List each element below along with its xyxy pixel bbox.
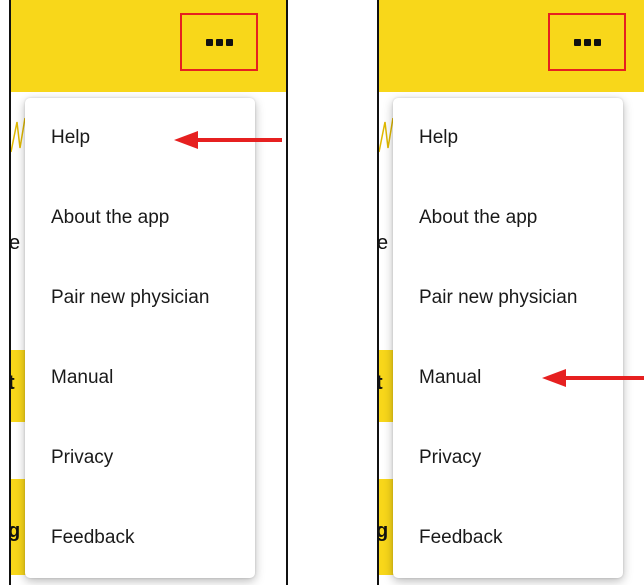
overflow-menu-button[interactable]	[180, 13, 258, 71]
menu-item-manual[interactable]: Manual	[25, 338, 255, 418]
menu-item-help[interactable]: Help	[393, 98, 623, 178]
more-horizontal-icon	[573, 38, 601, 46]
background-chart-line	[11, 117, 25, 153]
menu-item-about[interactable]: About the app	[25, 178, 255, 258]
menu-item-privacy[interactable]: Privacy	[393, 418, 623, 498]
annotation-arrow-icon	[542, 369, 644, 387]
menu-item-feedback[interactable]: Feedback	[393, 498, 623, 578]
app-bar	[379, 0, 644, 92]
background-text-fragment: e	[377, 232, 389, 254]
overflow-menu: Help About the app Pair new physician Ma…	[393, 98, 623, 578]
overflow-menu-button[interactable]	[548, 13, 626, 71]
background-card-text: t	[379, 372, 383, 395]
phone-screen-right: e t g Help About the app Pair new physic…	[377, 0, 644, 585]
menu-item-privacy[interactable]: Privacy	[25, 418, 255, 498]
overflow-menu: Help About the app Pair new physician Ma…	[25, 98, 255, 578]
background-card-text: g	[377, 520, 389, 542]
background-card-text: g	[9, 520, 21, 542]
background-card-text: t	[11, 372, 15, 395]
menu-item-pair-physician[interactable]: Pair new physician	[393, 258, 623, 338]
annotation-arrow-icon	[174, 131, 282, 149]
menu-item-pair-physician[interactable]: Pair new physician	[25, 258, 255, 338]
phone-screen-left: e t g Help About the app Pair new physic…	[9, 0, 288, 585]
more-horizontal-icon	[205, 38, 233, 46]
menu-item-feedback[interactable]: Feedback	[25, 498, 255, 578]
background-chart-line	[379, 117, 393, 153]
menu-item-about[interactable]: About the app	[393, 178, 623, 258]
app-bar	[11, 0, 286, 92]
background-text-fragment: e	[9, 232, 21, 254]
